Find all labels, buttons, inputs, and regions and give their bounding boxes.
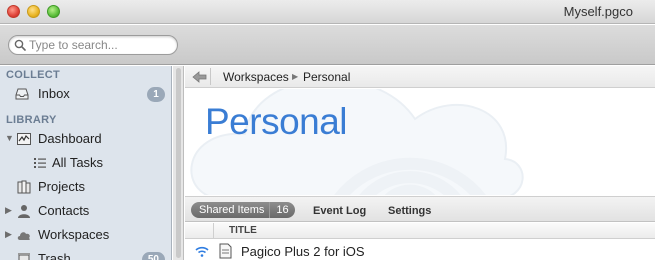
sidebar-item-contacts[interactable]: ▶ Contacts [0, 200, 172, 222]
sidebar-item-label: Workspaces [38, 227, 110, 242]
breadcrumb-personal[interactable]: Personal [303, 70, 350, 84]
content-tabs: Shared Items 16 Event Log Settings [185, 196, 655, 222]
zoom-window-button[interactable] [47, 5, 60, 18]
minimize-window-button[interactable] [27, 5, 40, 18]
row-title: Pagico Plus 2 for iOS [241, 244, 365, 259]
sidebar-scrollbar[interactable] [173, 66, 184, 260]
section-header-collect: COLLECT [6, 69, 61, 81]
back-button[interactable] [189, 68, 211, 85]
search-icon [14, 39, 26, 51]
window-title: Myself.pgco [563, 4, 633, 19]
dashboard-icon [17, 133, 31, 145]
list-icon [34, 158, 46, 168]
document-icon [219, 243, 232, 259]
tab-shared-items[interactable]: Shared Items 16 [191, 202, 295, 218]
inbox-icon [15, 88, 29, 100]
breadcrumb-separator-icon: ▶ [292, 72, 299, 81]
shared-items-count: 16 [269, 202, 289, 218]
sidebar-item-inbox[interactable]: Inbox 1 [0, 83, 172, 105]
contacts-icon [18, 205, 30, 218]
back-arrow-icon [192, 71, 207, 83]
breadcrumb-workspaces[interactable]: Workspaces [223, 70, 289, 84]
table-header: TITLE [185, 223, 655, 239]
workspace-header: Personal [185, 89, 655, 195]
tab-settings[interactable]: Settings [388, 205, 431, 217]
tab-label: Shared Items [199, 204, 265, 216]
sidebar-item-label: Inbox [38, 86, 70, 101]
column-header-title[interactable]: TITLE [229, 225, 257, 236]
sidebar-item-workspaces[interactable]: ▶ Workspaces [0, 224, 172, 246]
section-header-library: LIBRARY [6, 114, 57, 126]
column-divider [213, 223, 214, 239]
tab-event-log[interactable]: Event Log [313, 205, 366, 217]
sidebar-item-label: Projects [38, 179, 85, 194]
trash-count-badge: 50 [141, 252, 165, 260]
sidebar-item-projects[interactable]: Projects [0, 176, 172, 198]
sidebar-item-label: Dashboard [38, 131, 102, 146]
close-window-button[interactable] [7, 5, 20, 18]
projects-icon [17, 180, 31, 194]
navigation-bar: Workspaces ▶ Personal [185, 66, 655, 88]
page-title: Personal [205, 101, 348, 142]
window-titlebar: Myself.pgco [0, 0, 655, 24]
sidebar: COLLECT Inbox 1 LIBRARY ▼ Dashboard All … [0, 66, 172, 260]
search-input[interactable] [29, 37, 169, 53]
disclosure-closed-icon[interactable]: ▶ [5, 205, 12, 216]
search-field[interactable] [8, 35, 178, 55]
cloud-icon [17, 232, 30, 240]
trash-icon [18, 253, 30, 260]
disclosure-open-icon[interactable]: ▼ [5, 133, 14, 143]
main-content: Workspaces ▶ Personal Personal Shared It… [185, 66, 655, 260]
inbox-count-badge: 1 [147, 87, 165, 102]
disclosure-closed-icon[interactable]: ▶ [5, 229, 12, 240]
sidebar-item-all-tasks[interactable]: All Tasks [0, 152, 172, 174]
sidebar-item-trash[interactable]: Trash 50 [0, 248, 172, 260]
sidebar-item-label: All Tasks [52, 155, 104, 170]
wifi-sync-icon [195, 246, 209, 257]
table-row[interactable]: Pagico Plus 2 for iOS [185, 240, 655, 260]
sidebar-item-label: Contacts [38, 203, 90, 218]
sidebar-item-label: Trash [38, 251, 71, 260]
sidebar-item-dashboard[interactable]: ▼ Dashboard [0, 128, 172, 150]
scrollbar-thumb[interactable] [176, 68, 181, 258]
toolbar [0, 25, 655, 65]
